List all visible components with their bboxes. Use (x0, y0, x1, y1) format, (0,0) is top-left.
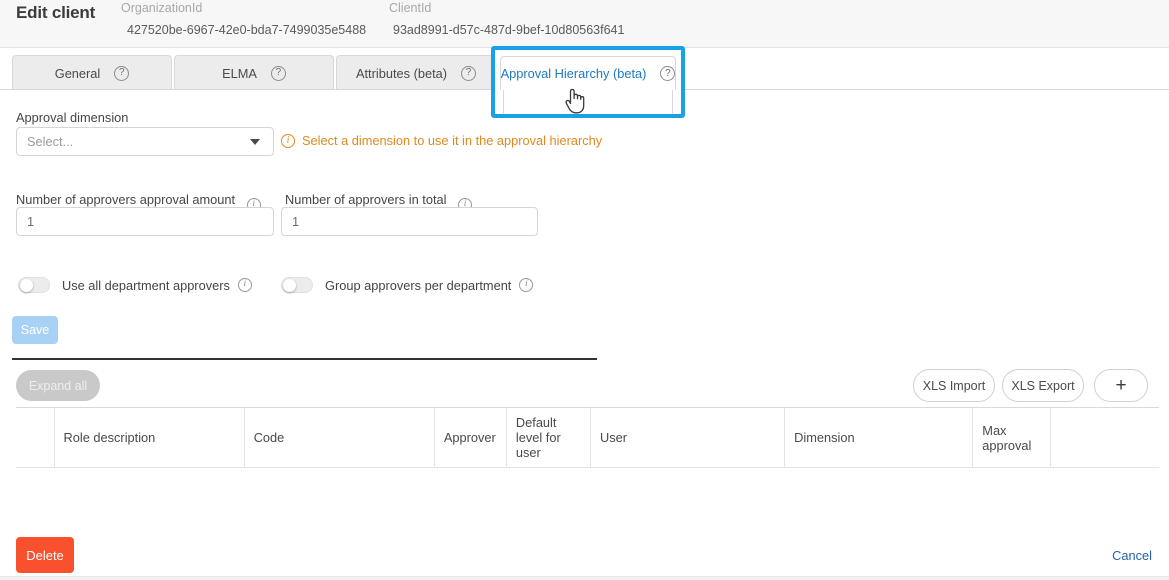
table-col-dimension[interactable]: Dimension (784, 407, 974, 468)
approval-dimension-select[interactable]: Select... (16, 127, 274, 156)
client-id-block: ClientId 93ad8991-d57c-487d-9bef-10d8056… (389, 1, 624, 37)
table-top-border (16, 407, 1159, 408)
section-divider (12, 358, 597, 360)
help-icon[interactable]: ? (270, 65, 286, 81)
add-row-button[interactable]: + (1094, 369, 1148, 402)
tab-approval-hierarchy[interactable]: Approval Hierarchy (beta) ? (500, 56, 676, 90)
use-all-department-approvers-row: Use all department approvers i (18, 277, 252, 293)
table: Role description Code Approver Default l… (16, 407, 1159, 468)
info-icon: i (281, 133, 295, 148)
group-approvers-per-department-row: Group approvers per department i (281, 277, 534, 293)
organization-id-label: OrganizationId (121, 1, 203, 15)
approvers-total-input[interactable] (281, 207, 538, 236)
tab-elma-label: ELMA (222, 65, 257, 81)
approval-dimension-label: Approval dimension (16, 110, 129, 125)
table-col-drag (16, 407, 55, 468)
xls-export-button[interactable]: XLS Export (1002, 369, 1084, 402)
edit-client-page: Edit client OrganizationId 427520be-6967… (0, 0, 1169, 580)
info-icon[interactable]: i (519, 278, 534, 292)
approvers-amount-label-text: Number of approvers approval amount (16, 192, 236, 207)
tab-general[interactable]: General ? (12, 55, 172, 90)
xls-import-button[interactable]: XLS Import (913, 369, 995, 402)
help-icon[interactable]: ? (461, 65, 477, 81)
tab-attributes-label: Attributes (beta) (355, 65, 448, 81)
chevron-down-icon (250, 138, 260, 145)
group-approvers-per-department-toggle[interactable] (281, 277, 313, 293)
table-col-user[interactable]: User (589, 407, 786, 468)
use-all-department-approvers-label: Use all department approvers (62, 277, 230, 293)
tab-elma[interactable]: ELMA ? (174, 55, 334, 90)
info-icon[interactable]: i (237, 278, 252, 292)
use-all-department-approvers-toggle[interactable] (18, 277, 50, 293)
tab-bar: General ? ELMA ? Attributes (beta) ? (12, 55, 498, 90)
approval-dimension-value: Select... (27, 134, 74, 149)
approvers-amount-input[interactable] (16, 207, 274, 236)
tab-general-label: General (54, 65, 101, 81)
client-id-value: 93ad8991-d57c-487d-9bef-10d80563f641 (393, 23, 625, 37)
page-title: Edit client (16, 3, 96, 22)
table-col-actions (1050, 407, 1159, 468)
approval-dimension-warning: i Select a dimension to use it in the ap… (281, 133, 602, 148)
organization-id-value: 427520be-6967-42e0-bda7-7499035e5488 (127, 23, 367, 37)
footer-strip (0, 576, 1169, 580)
approval-dimension-warning-text: Select a dimension to use it in the appr… (302, 133, 603, 148)
tab-attributes[interactable]: Attributes (beta) ? (336, 55, 496, 90)
table-col-code[interactable]: Code (243, 407, 435, 468)
toggle-knob (283, 279, 296, 292)
table-col-default-level-for-user[interactable]: Default level for user (505, 407, 591, 468)
table-col-role-description[interactable]: Role description (53, 407, 245, 468)
save-button[interactable]: Save (12, 316, 58, 344)
table-col-approver[interactable]: Approver (433, 407, 507, 468)
delete-button[interactable]: Delete (16, 537, 74, 573)
client-id-label: ClientId (389, 1, 432, 15)
approvers-total-label-text: Number of approvers in total (285, 192, 447, 207)
toggle-knob (20, 279, 33, 292)
tab-approval-hierarchy-label: Approval Hierarchy (beta) (500, 66, 647, 81)
approval-hierarchy-table: Role description Code Approver Default l… (16, 407, 1159, 468)
help-icon[interactable]: ? (114, 65, 130, 81)
cancel-link[interactable]: Cancel (1112, 548, 1152, 563)
group-approvers-per-department-label: Group approvers per department (325, 277, 512, 293)
table-header-row: Role description Code Approver Default l… (16, 407, 1159, 468)
organization-id-block: OrganizationId 427520be-6967-42e0-bda7-7… (121, 1, 366, 37)
help-icon[interactable]: ? (660, 66, 676, 81)
page-header: Edit client OrganizationId 427520be-6967… (0, 0, 1169, 48)
table-col-max-approval[interactable]: Max approval (972, 407, 1052, 468)
expand-all-button[interactable]: Expand all (16, 370, 100, 401)
